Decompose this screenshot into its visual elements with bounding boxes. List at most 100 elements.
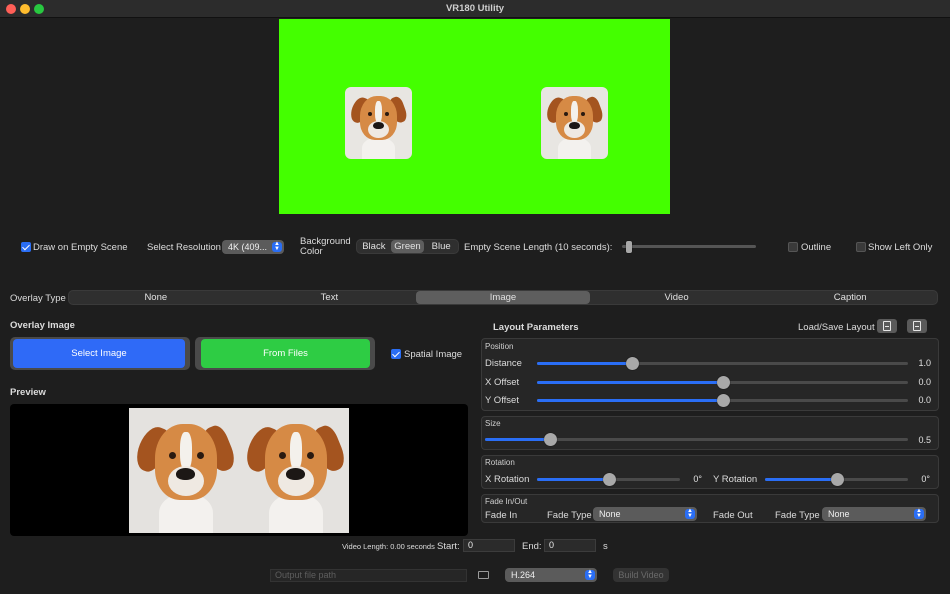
draw-on-empty-scene-checkbox[interactable]: [21, 242, 31, 252]
load-save-layout-label: Load/Save Layout: [798, 322, 875, 333]
fade-out-label: Fade Out: [713, 510, 753, 521]
load-layout-button[interactable]: [877, 319, 897, 333]
video-length-label: Video Length: 0.00 seconds: [342, 542, 435, 551]
fade-in-type-label: Fade Type: [547, 510, 592, 521]
rotation-group-title: Rotation: [485, 458, 515, 467]
y-offset-label: Y Offset: [485, 395, 519, 406]
slider-knob[interactable]: [716, 376, 730, 389]
x-offset-value: 0.0: [918, 377, 931, 387]
x-offset-slider[interactable]: [537, 376, 908, 389]
distance-value: 1.0: [918, 358, 931, 368]
preview-heading: Preview: [10, 387, 46, 398]
y-rotation-label: Y Rotation: [713, 474, 758, 485]
draw-on-empty-scene-label: Draw on Empty Scene: [33, 242, 128, 253]
select-image-button-frame: Select Image: [10, 337, 190, 370]
build-video-button[interactable]: Build Video: [613, 568, 669, 582]
show-left-only-checkbox[interactable]: [856, 242, 866, 252]
bg-option-black[interactable]: Black: [357, 240, 391, 253]
outline-label: Outline: [801, 242, 832, 253]
resolution-popup[interactable]: 4K (409... ▲ ▼: [222, 240, 284, 254]
select-resolution-label: Select Resolution: [147, 242, 221, 253]
dog-image: [345, 87, 412, 159]
dog-image: [239, 408, 349, 533]
distance-slider[interactable]: [537, 357, 908, 370]
fade-in-type-popup[interactable]: None ▲ ▼: [593, 507, 697, 521]
spatial-image-checkbox[interactable]: [391, 349, 401, 359]
overlay-image-heading: Overlay Image: [10, 320, 75, 331]
rotation-group: [481, 455, 939, 489]
slider-fill: [537, 478, 609, 481]
x-offset-label: X Offset: [485, 377, 520, 388]
y-offset-slider[interactable]: [537, 394, 908, 407]
slider-knob[interactable]: [830, 473, 844, 486]
fade-out-type-label: Fade Type: [775, 510, 820, 521]
fade-out-type-value: None: [828, 509, 850, 519]
preview-left-image: [129, 408, 239, 533]
empty-scene-length-slider[interactable]: [622, 241, 756, 253]
from-files-button[interactable]: From Files: [201, 339, 370, 368]
chevron-up-down-icon: ▲ ▼: [914, 508, 924, 519]
slider-fill: [485, 438, 550, 441]
layout-parameters-heading: Layout Parameters: [493, 322, 579, 333]
slider-knob[interactable]: [543, 433, 557, 446]
x-rotation-label: X Rotation: [485, 474, 530, 485]
overlay-type-image[interactable]: Image: [416, 291, 590, 304]
empty-scene-length-label: Empty Scene Length (10 seconds):: [464, 242, 613, 253]
select-image-button[interactable]: Select Image: [13, 339, 185, 368]
overlay-preview: [10, 404, 468, 536]
chevron-up-down-icon: ▲ ▼: [685, 508, 695, 519]
fade-in-type-value: None: [599, 509, 621, 519]
y-rotation-slider[interactable]: [765, 473, 908, 486]
size-value: 0.5: [918, 435, 931, 445]
x-rotation-value: 0°: [693, 474, 702, 484]
scene-overlay-left-eye: [345, 87, 412, 159]
y-rotation-value: 0°: [921, 474, 930, 484]
size-group-title: Size: [485, 419, 501, 428]
distance-label: Distance: [485, 358, 522, 369]
overlay-type-video[interactable]: Video: [590, 291, 764, 304]
slider-fill: [537, 399, 723, 402]
start-label: Start:: [437, 541, 460, 552]
overlay-type-text[interactable]: Text: [243, 291, 417, 304]
background-color-label: Background Color: [300, 236, 351, 257]
from-files-button-frame: From Files: [195, 337, 375, 370]
title-bar: VR180 Utility: [0, 0, 950, 18]
slider-knob[interactable]: [716, 394, 730, 407]
size-slider[interactable]: [485, 433, 908, 446]
chevron-up-down-icon: ▲ ▼: [585, 569, 595, 580]
x-rotation-slider[interactable]: [537, 473, 680, 486]
window-title: VR180 Utility: [445, 3, 505, 14]
fade-in-label: Fade In: [485, 510, 518, 521]
outline-checkbox[interactable]: [788, 242, 798, 252]
document-export-icon: [913, 321, 921, 331]
seconds-unit-label: s: [603, 541, 608, 552]
folder-icon[interactable]: [478, 571, 489, 579]
overlay-type-none[interactable]: None: [69, 291, 243, 304]
overlay-type-segmented: None Text Image Video Caption: [68, 290, 938, 305]
slider-knob[interactable]: [602, 473, 616, 486]
show-left-only-label: Show Left Only: [868, 242, 933, 253]
resolution-value: 4K (409...: [228, 242, 268, 252]
position-group-title: Position: [485, 342, 514, 351]
end-input[interactable]: 0: [544, 539, 596, 552]
output-path-input[interactable]: Output file path: [270, 569, 467, 582]
slider-fill: [537, 362, 633, 365]
codec-popup[interactable]: H.264 ▲ ▼: [505, 568, 597, 582]
bg-option-blue[interactable]: Blue: [424, 240, 458, 253]
fade-out-type-popup[interactable]: None ▲ ▼: [822, 507, 926, 521]
chevron-up-down-icon: ▲ ▼: [272, 241, 282, 252]
background-color-segmented: Black Green Blue: [356, 239, 459, 254]
y-offset-value: 0.0: [918, 395, 931, 405]
scene-preview: [279, 19, 670, 214]
end-label: End:: [522, 541, 542, 552]
slider-fill: [537, 381, 723, 384]
save-layout-button[interactable]: [907, 319, 927, 333]
document-import-icon: [883, 321, 891, 331]
slider-knob[interactable]: [626, 241, 632, 253]
dog-image: [129, 408, 239, 533]
bg-option-green[interactable]: Green: [390, 240, 425, 253]
spatial-image-label: Spatial Image: [404, 349, 463, 360]
overlay-type-caption[interactable]: Caption: [763, 291, 937, 304]
start-input[interactable]: 0: [463, 539, 515, 552]
preview-right-image: [239, 408, 349, 533]
